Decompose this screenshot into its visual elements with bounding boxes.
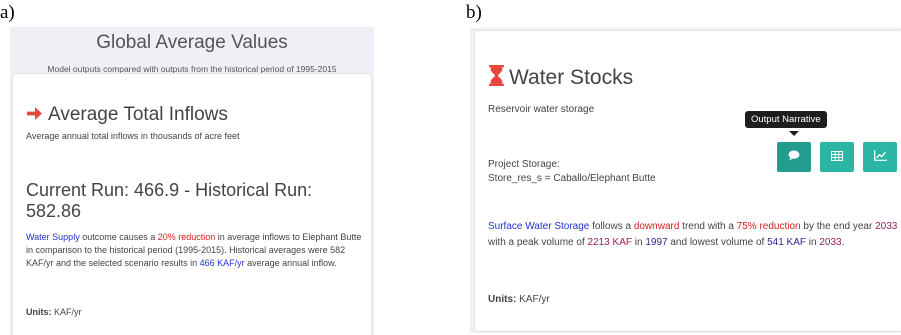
card-title: Average Total Inflows: [26, 104, 228, 128]
narrative-text: in: [631, 237, 646, 248]
project-storage: Project Storage: Store_res_s = Caballo/E…: [488, 158, 656, 186]
speech-bubble-icon: [788, 148, 800, 166]
narrative-text: and lowest volume of: [667, 237, 768, 248]
tooltip-arrow: [789, 131, 799, 136]
chart-view-button[interactable]: [863, 142, 897, 172]
table-icon: [831, 148, 843, 166]
average-inflows-card: Average Total Inflows Average annual tot…: [12, 73, 372, 335]
table-view-button[interactable]: [820, 142, 854, 172]
project-storage-label: Project Storage:: [488, 159, 560, 170]
units-value: KAF/yr: [51, 307, 82, 317]
highlight-end-year: 2033: [875, 221, 898, 232]
highlight-trend: downward: [633, 221, 680, 232]
highlight-percent: 75% reduction: [736, 221, 801, 232]
output-narrative-button[interactable]: [777, 142, 811, 172]
hourglass-icon: [488, 65, 505, 92]
highlight-peak-volume: 2213 KAF: [587, 237, 632, 248]
highlight-value: 466 KAF/yr: [199, 258, 245, 268]
card-title-text: Average Total Inflows: [48, 104, 228, 125]
highlight-outcome: Water Supply: [26, 232, 80, 242]
units-label: Units:: [488, 294, 517, 305]
arrow-right-icon: [26, 105, 43, 128]
run-comparison: Current Run: 466.9 - Historical Run: 582…: [26, 180, 313, 221]
narrative-text: follows a: [589, 221, 634, 232]
panel-global-averages: Global Average Values Model outputs comp…: [10, 27, 374, 335]
highlight-peak-year: 1997: [645, 237, 668, 248]
narrative-text: average annual inflow.: [244, 258, 337, 268]
narrative-text: with a peak volume of: [488, 237, 588, 248]
water-stocks-card: Water Stocks Reservoir water storage Out…: [474, 30, 901, 332]
narrative-text: trend with a: [679, 221, 737, 232]
highlight-low-volume: 541 KAF: [767, 237, 806, 248]
narrative-text: by the end year: [800, 221, 876, 232]
output-narrative-text: Surface Water Storage follows a downward…: [488, 219, 900, 251]
highlight-variable: Surface Water Storage: [488, 221, 590, 232]
output-narrative-text: Water Supply outcome causes a 20% reduct…: [26, 231, 364, 270]
highlight-percent: 20% reduction: [157, 232, 216, 242]
card-subtitle: Reservoir water storage: [488, 104, 595, 115]
figure-label-b: b): [466, 2, 482, 23]
narrative-text: outcome causes a: [79, 232, 158, 242]
narrative-text: in: [806, 237, 820, 248]
figure-label-a: a): [0, 2, 15, 23]
highlight-low-year: 2033: [819, 237, 842, 248]
units-line: Units: KAF/yr: [488, 294, 550, 305]
output-narrative-tooltip: Output Narrative: [745, 111, 827, 128]
panel-water-stocks: Water Stocks Reservoir water storage Out…: [470, 28, 901, 333]
card-title-text: Water Stocks: [509, 66, 634, 89]
line-chart-icon: [873, 148, 887, 166]
narrative-text: .: [841, 237, 845, 248]
units-line: Units: KAF/yr: [26, 307, 82, 317]
card-title: Water Stocks: [488, 65, 633, 92]
card-subtitle: Average annual total inflows in thousand…: [26, 131, 240, 141]
units-label: Units:: [26, 307, 52, 317]
figure-root: a) b) Global Average Values Model output…: [0, 0, 901, 335]
page-title: Global Average Values: [96, 32, 288, 53]
units-value: KAF/yr: [516, 294, 550, 305]
project-storage-variable: Store_res_s = Caballo/Elephant Butte: [488, 173, 656, 184]
